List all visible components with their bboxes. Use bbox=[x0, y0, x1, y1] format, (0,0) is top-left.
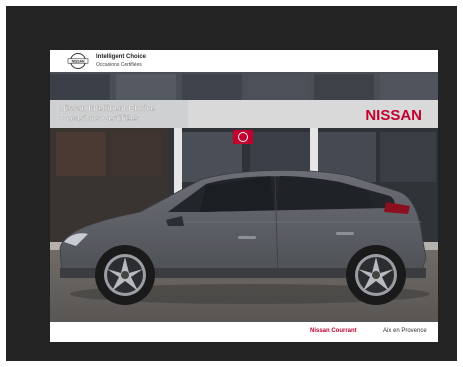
car-photo: Nissan Intelligent Choice Occasions Cert… bbox=[50, 72, 438, 322]
program-title: Intelligent Choice bbox=[96, 54, 147, 60]
photo-frame: NISSAN Intelligent Choice Occasions Cert… bbox=[6, 6, 457, 361]
dealer-location: Aix en Provence bbox=[383, 328, 427, 334]
program-subtitle: Occasions Certifiées bbox=[96, 62, 142, 68]
footer-bar: Nissan Courrant Aix en Provence bbox=[50, 322, 438, 342]
facade-logo-text: NISSAN bbox=[365, 107, 422, 124]
dealer-name: Nissan Courrant bbox=[310, 328, 357, 334]
facade-sign-line2: Occasions Certifiées bbox=[60, 114, 140, 123]
rear-wheel bbox=[346, 245, 406, 305]
front-wheel bbox=[95, 245, 155, 305]
nissan-logo-icon: NISSAN bbox=[67, 53, 89, 69]
header-bar: NISSAN Intelligent Choice Occasions Cert… bbox=[50, 50, 438, 72]
listing-card: NISSAN Intelligent Choice Occasions Cert… bbox=[50, 50, 438, 342]
facade-sign-line1: Nissan Intelligent Choice bbox=[60, 104, 156, 113]
logo-text: NISSAN bbox=[72, 59, 85, 63]
